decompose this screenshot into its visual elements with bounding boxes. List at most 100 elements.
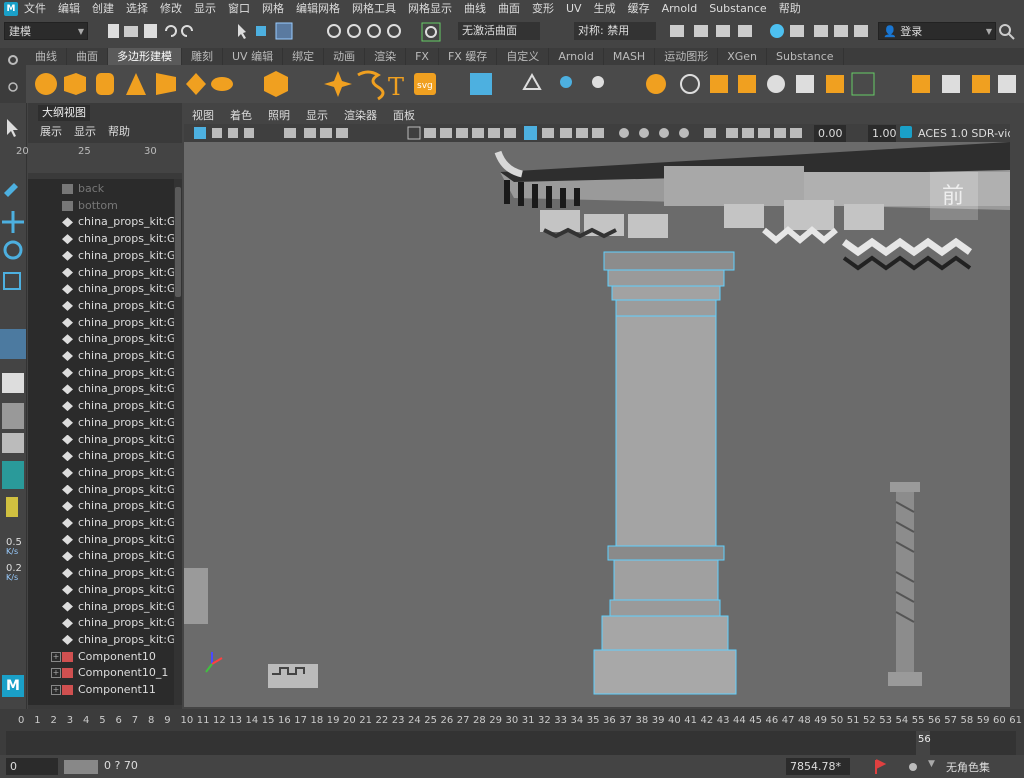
outliner-row[interactable]: + Component10_1 — [28, 665, 174, 681]
shelf-tab[interactable]: 曲线 — [26, 48, 67, 65]
menu-item[interactable]: 文件 — [18, 0, 52, 18]
character-set-label[interactable]: 无角色集 — [946, 759, 990, 775]
exposure-field[interactable]: 0.00 — [814, 125, 846, 142]
scrollbar-thumb[interactable] — [175, 187, 181, 297]
menu-item[interactable]: 编辑网格 — [290, 0, 346, 18]
outliner-row[interactable]: bottom — [28, 198, 174, 214]
menu-item[interactable]: Arnold — [656, 0, 704, 18]
vp-menu-renderer[interactable]: 渲染器 — [336, 107, 385, 124]
menu-item[interactable]: 曲面 — [492, 0, 526, 18]
outliner-row[interactable]: china_props_kit:Gr — [28, 381, 174, 397]
outliner-menu-display[interactable]: 显示 — [74, 123, 96, 139]
outliner-row[interactable]: china_props_kit:Gr — [28, 398, 174, 414]
outliner-row[interactable]: china_props_kit:Gr — [28, 214, 174, 230]
range-slider-handle[interactable] — [64, 760, 98, 774]
menu-item[interactable]: 变形 — [526, 0, 560, 18]
menu-item[interactable]: 网格 — [256, 0, 290, 18]
expand-icon[interactable]: + — [51, 651, 61, 662]
anim-prefs-icon[interactable] — [904, 758, 922, 776]
shelf-tab[interactable]: 渲染 — [365, 48, 407, 65]
outliner-row[interactable]: china_props_kit:Gr — [28, 498, 174, 514]
outliner-row[interactable]: china_props_kit:Gr — [28, 432, 174, 448]
outliner-row[interactable]: china_props_kit:Gr — [28, 281, 174, 297]
shelf-menu-icon[interactable] — [7, 81, 19, 93]
menu-item[interactable]: 创建 — [86, 0, 120, 18]
outliner-row[interactable]: china_props_kit:Gr — [28, 315, 174, 331]
shelf-tab[interactable]: Substance — [767, 48, 844, 65]
character-set-arrow[interactable]: ▼ — [928, 759, 935, 769]
outliner-row[interactable]: china_props_kit:Gr — [28, 482, 174, 498]
shelf-tab[interactable]: FX — [406, 48, 439, 65]
shelf-tab[interactable]: 动画 — [324, 48, 366, 65]
outliner-row[interactable]: china_props_kit:Gr — [28, 248, 174, 264]
outliner-menu-help[interactable]: 帮助 — [108, 123, 130, 139]
outliner-row[interactable]: china_props_kit:Gr — [28, 582, 174, 598]
menu-item[interactable]: 帮助 — [773, 0, 807, 18]
start-time-field[interactable]: 0 — [6, 758, 58, 775]
outliner-row[interactable]: china_props_kit:Gr — [28, 632, 174, 648]
menu-item[interactable]: 缓存 — [622, 0, 656, 18]
live-surface-field[interactable]: 无激活曲面 — [458, 22, 540, 40]
outliner-row[interactable]: china_props_kit:Gr — [28, 231, 174, 247]
shelf-tab[interactable]: XGen — [718, 48, 768, 65]
auto-key-icon[interactable] — [872, 758, 890, 776]
outliner-row[interactable]: china_props_kit:Gr — [28, 348, 174, 364]
menu-item[interactable]: 编辑 — [52, 0, 86, 18]
outliner-row[interactable]: china_props_kit:Gr — [28, 615, 174, 631]
outliner-row[interactable]: china_props_kit:Gr — [28, 599, 174, 615]
gear-icon[interactable] — [7, 54, 19, 66]
time-slider[interactable]: 0 1 2 3 4 5 6 7 8 9 10 11 12 13 14 15 16 17 18 19 20 21 22 23 24… — [0, 709, 1024, 755]
menu-item[interactable]: 选择 — [120, 0, 154, 18]
login-dropdown[interactable]: 👤 登录 ▼ — [878, 22, 996, 40]
menu-item[interactable]: Substance — [703, 0, 773, 18]
menu-item[interactable]: 网格显示 — [402, 0, 458, 18]
gamma-field[interactable]: 1.00 — [868, 125, 897, 142]
vp-menu-view[interactable]: 视图 — [184, 107, 222, 124]
outliner-row[interactable]: back — [28, 181, 174, 197]
symmetry-dropdown[interactable]: 对称: 禁用 — [574, 22, 656, 40]
vp-menu-show[interactable]: 显示 — [298, 107, 336, 124]
outliner-row[interactable]: china_props_kit:Gr — [28, 565, 174, 581]
expand-icon[interactable]: + — [51, 685, 61, 695]
shelf-tab[interactable]: 自定义 — [497, 48, 550, 65]
shelf-tab[interactable]: UV 编辑 — [223, 48, 284, 65]
outliner-row[interactable]: china_props_kit:Gr — [28, 331, 174, 347]
shelf-tab[interactable]: 多边形建模 — [108, 48, 182, 65]
view-cube-label[interactable]: 前 — [942, 178, 964, 210]
outliner-row[interactable]: china_props_kit:Gr — [28, 298, 174, 314]
vp-menu-lighting[interactable]: 照明 — [260, 107, 298, 124]
shelf-tab[interactable]: MASH — [604, 48, 656, 65]
outliner-row[interactable]: china_props_kit:Gr — [28, 548, 174, 564]
outliner-row[interactable]: + Component11 — [28, 682, 174, 698]
shelf-tab[interactable]: 雕刻 — [182, 48, 223, 65]
menu-item[interactable]: 窗口 — [222, 0, 256, 18]
shelf-tab[interactable]: 运动图形 — [655, 48, 719, 65]
vp-menu-shading[interactable]: 着色 — [222, 107, 260, 124]
shelf-tab[interactable]: 曲面 — [67, 48, 108, 65]
outliner-row[interactable]: china_props_kit:Gr — [28, 532, 174, 548]
outliner-row[interactable]: china_props_kit:Gr — [28, 415, 174, 431]
shelf-tab[interactable]: Arnold — [549, 48, 604, 65]
search-icon[interactable] — [998, 23, 1016, 41]
menu-item[interactable]: 曲线 — [458, 0, 492, 18]
outliner-row[interactable]: china_props_kit:Gr — [28, 365, 174, 381]
menu-item[interactable]: 显示 — [188, 0, 222, 18]
outliner-row[interactable]: china_props_kit:Gr — [28, 265, 174, 281]
outliner-row[interactable]: china_props_kit:Gr — [28, 448, 174, 464]
time-slider-track[interactable]: 56 — [6, 731, 1016, 755]
menu-item[interactable]: 修改 — [154, 0, 188, 18]
menu-item[interactable]: 生成 — [588, 0, 622, 18]
menu-item[interactable]: UV — [560, 0, 588, 18]
menu-item[interactable]: 网格工具 — [346, 0, 402, 18]
color-management-icon[interactable] — [900, 126, 912, 138]
end-value-field[interactable]: 7854.78* — [786, 758, 850, 775]
outliner-row[interactable]: china_props_kit:Gr — [28, 465, 174, 481]
shelf-tab[interactable]: FX 缓存 — [439, 48, 498, 65]
outliner-scrollbar[interactable] — [174, 179, 182, 705]
shelf-tab[interactable]: 绑定 — [283, 48, 325, 65]
vp-menu-panels[interactable]: 面板 — [385, 107, 423, 124]
outliner-row[interactable]: china_props_kit:Gr — [28, 515, 174, 531]
outliner-row[interactable]: + Component10 — [28, 649, 174, 665]
expand-icon[interactable]: + — [51, 668, 61, 679]
mode-dropdown[interactable]: 建模 ▼ — [4, 22, 88, 40]
